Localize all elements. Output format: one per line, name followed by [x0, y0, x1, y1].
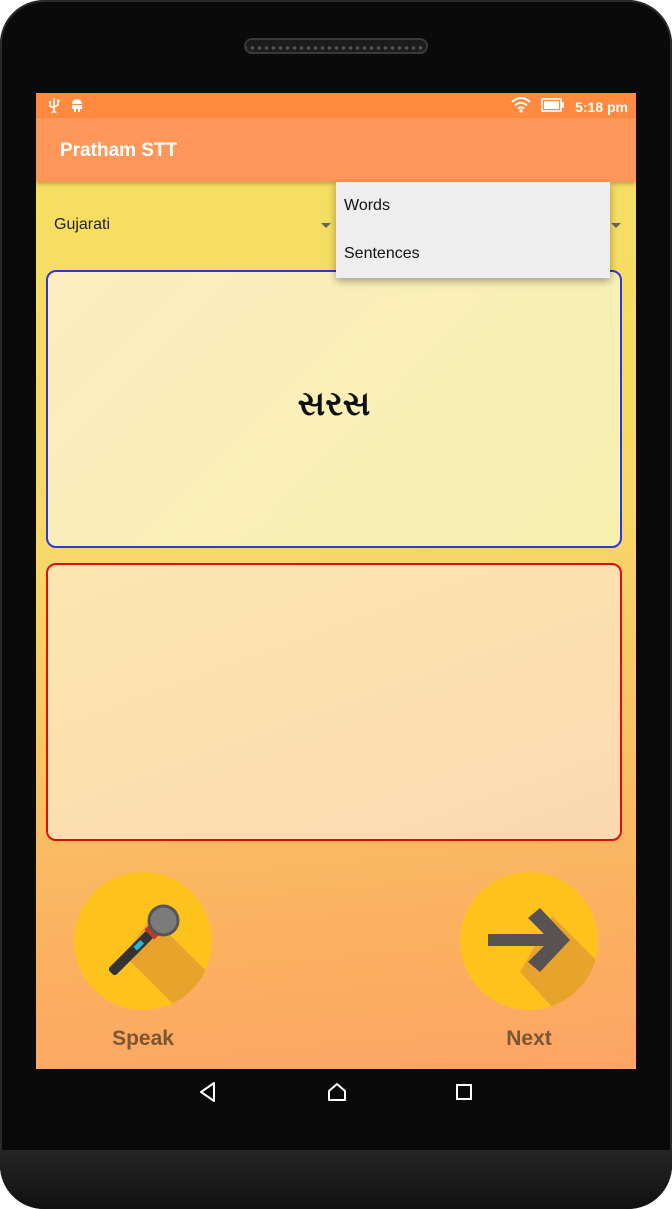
wifi-icon — [511, 97, 531, 116]
language-spinner[interactable]: Gujarati — [54, 203, 332, 247]
battery-icon — [541, 98, 565, 115]
speak-button[interactable] — [74, 872, 212, 1010]
android-debug-icon — [70, 97, 84, 116]
back-icon[interactable] — [198, 1081, 218, 1108]
earpiece-speaker — [244, 38, 428, 54]
chevron-down-icon — [321, 223, 331, 228]
app-screen: 5:18 pm Pratham STT Gujarati સરસ Words S… — [36, 93, 636, 1069]
home-icon[interactable] — [326, 1081, 348, 1108]
app-bar: Pratham STT — [36, 118, 636, 182]
dropdown-item-words[interactable]: Words — [336, 182, 610, 230]
status-bar: 5:18 pm — [36, 93, 636, 118]
next-label: Next — [506, 1027, 552, 1050]
app-title: Pratham STT — [60, 140, 178, 161]
microphone-icon — [108, 904, 212, 1010]
mode-dropdown-menu: Words Sentences — [336, 182, 610, 278]
usb-icon — [48, 97, 60, 116]
phone-chin — [0, 1150, 672, 1209]
arrow-right-icon — [488, 908, 598, 1010]
system-nav-bar — [36, 1069, 636, 1117]
speak-label: Speak — [112, 1027, 174, 1050]
mode-spinner-chevron-down-icon[interactable] — [611, 223, 621, 228]
prompt-card: સરસ — [46, 270, 622, 548]
result-card — [46, 563, 622, 841]
next-button[interactable] — [460, 872, 598, 1010]
dropdown-item-sentences[interactable]: Sentences — [336, 230, 610, 278]
recents-icon[interactable] — [454, 1081, 474, 1108]
status-time: 5:18 pm — [575, 98, 628, 115]
phone-frame: 5:18 pm Pratham STT Gujarati સરસ Words S… — [0, 0, 672, 1209]
result-text — [48, 565, 620, 839]
prompt-word: સરસ — [297, 384, 371, 424]
language-spinner-value: Gujarati — [54, 216, 111, 233]
